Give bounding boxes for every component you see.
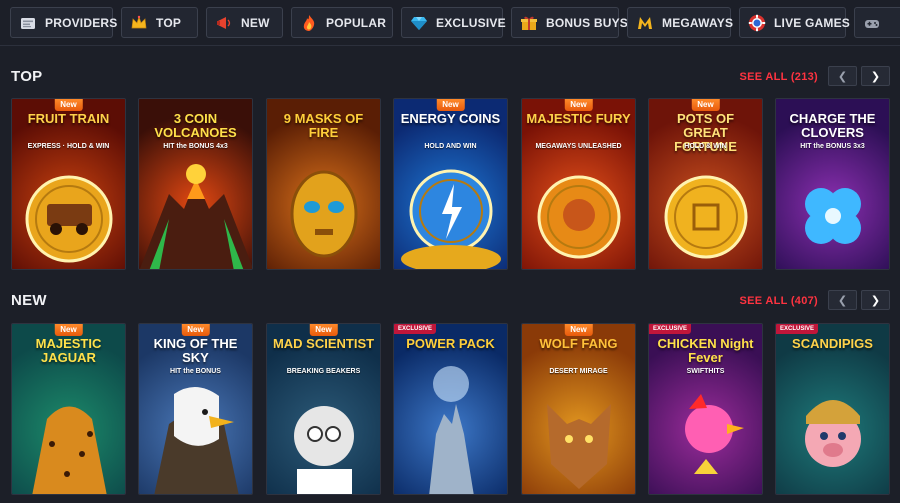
game-card[interactable]: 3 COIN VOLCANOES HIT the BONUS 4x3 bbox=[138, 98, 253, 270]
nav-providers-button[interactable]: PROVIDERS bbox=[10, 7, 117, 38]
nav-label: BONUS BUYS bbox=[546, 15, 629, 30]
next-page-button[interactable]: ❯ bbox=[861, 290, 890, 310]
game-subtitle: HIT the BONUS 3x3 bbox=[800, 143, 865, 150]
prev-page-button[interactable]: ❮ bbox=[828, 66, 857, 86]
game-title: FRUIT TRAIN bbox=[27, 111, 110, 126]
gamepad-icon bbox=[863, 14, 881, 32]
game-card[interactable]: MAJESTIC FURY MEGAWAYS UNLEASHED New bbox=[521, 98, 636, 270]
new-badge: New bbox=[54, 324, 83, 336]
new-badge: New bbox=[564, 324, 593, 336]
game-card[interactable]: 9 MASKS OF FIRE bbox=[266, 98, 381, 270]
new-badge: New bbox=[309, 324, 338, 336]
gift-icon bbox=[520, 14, 538, 32]
game-subtitle: HIT the BONUS 4x3 bbox=[163, 143, 228, 150]
diamond-icon bbox=[410, 14, 428, 32]
game-carousel: FRUIT TRAIN EXPRESS · HOLD & WIN New 3 COIN… bbox=[11, 98, 896, 278]
game-title: KING OF THE SKY bbox=[153, 336, 238, 365]
nav-megaways-button[interactable]: MEGAWAYS bbox=[627, 7, 734, 38]
new-badge: New bbox=[436, 99, 465, 111]
section-header: NEW SEE ALL (407) ❮ ❯ bbox=[0, 290, 900, 316]
fire-icon bbox=[300, 14, 318, 32]
game-title: ENERGY COINS bbox=[400, 111, 501, 126]
nav-popular-button[interactable]: POPULAR bbox=[291, 7, 393, 38]
game-card[interactable]: KING OF THE SKY HIT the BONUS New bbox=[138, 323, 253, 495]
new-badge: New bbox=[691, 99, 720, 111]
section-title: NEW bbox=[11, 292, 47, 309]
game-subtitle: MEGAWAYS UNLEASHED bbox=[535, 143, 622, 150]
nav-label: TOP bbox=[156, 15, 182, 30]
exclusive-badge: EXCLUSIVE bbox=[776, 324, 819, 334]
prev-page-button[interactable]: ❮ bbox=[828, 290, 857, 310]
nav-label: MEGAWAYS bbox=[662, 15, 734, 30]
game-subtitle: HOLD AND WIN bbox=[424, 143, 477, 150]
game-subtitle: BREAKING BEAKERS bbox=[286, 368, 361, 375]
game-card[interactable]: POTS OF GREAT FORTUNE HOLD & WIN New bbox=[648, 98, 763, 270]
nav-exclusive-button[interactable]: EXCLUSIVE bbox=[401, 7, 506, 38]
game-card[interactable]: MAD SCIENTIST BREAKING BEAKERS New bbox=[266, 323, 381, 495]
game-title: CHARGE THE CLOVERS bbox=[789, 111, 876, 140]
game-card[interactable]: ENERGY COINS HOLD AND WIN New bbox=[393, 98, 508, 270]
game-title: CHICKEN Night Fever bbox=[657, 336, 754, 365]
game-title: 9 MASKS OF FIRE bbox=[283, 111, 364, 140]
next-page-button[interactable]: ❯ bbox=[861, 66, 890, 86]
section-new: NEW SEE ALL (407) ❮ ❯ MAJESTIC JAGUAR New KING… bbox=[0, 290, 900, 500]
game-card[interactable]: POWER PACK EXCLUSIVE bbox=[393, 323, 508, 495]
game-carousel: MAJESTIC JAGUAR New KING OF THE SKY HIT the… bbox=[11, 323, 896, 503]
see-all-link[interactable]: SEE ALL (407) bbox=[740, 295, 818, 307]
nav-new-button[interactable]: NEW bbox=[206, 7, 283, 38]
section-top: TOP SEE ALL (213) ❮ ❯ FRUIT TRAIN EXPRESS · H… bbox=[0, 66, 900, 276]
new-badge: New bbox=[181, 324, 210, 336]
game-subtitle: DESERT MIRAGE bbox=[549, 368, 608, 375]
megaways-icon bbox=[636, 14, 654, 32]
game-subtitle: HOLD & WIN bbox=[684, 143, 727, 150]
see-all-link[interactable]: SEE ALL (213) bbox=[740, 71, 818, 83]
game-title: MAJESTIC JAGUAR bbox=[35, 336, 102, 365]
providers-icon bbox=[19, 14, 37, 32]
nav-label: LIVE GAMES bbox=[774, 15, 851, 30]
new-badge: New bbox=[54, 99, 83, 111]
chip-icon bbox=[748, 14, 766, 32]
nav-label: EXCLUSIVE bbox=[436, 15, 506, 30]
nav-label: NEW bbox=[241, 15, 270, 30]
nav-bonus-buys-button[interactable]: BONUS BUYS bbox=[511, 7, 628, 38]
exclusive-badge: EXCLUSIVE bbox=[649, 324, 692, 334]
nav-more-button[interactable] bbox=[854, 7, 900, 38]
game-card[interactable]: FRUIT TRAIN EXPRESS · HOLD & WIN New bbox=[11, 98, 126, 270]
game-card[interactable]: CHARGE THE CLOVERS HIT the BONUS 3x3 bbox=[775, 98, 890, 270]
game-title: POWER PACK bbox=[406, 336, 495, 351]
nav-label: POPULAR bbox=[326, 15, 387, 30]
game-title: WOLF FANG bbox=[539, 336, 618, 351]
game-title: 3 COIN VOLCANOES bbox=[154, 111, 237, 140]
game-title: SCANDIPIGS bbox=[792, 336, 873, 351]
game-card[interactable]: WOLF FANG DESERT MIRAGE New bbox=[521, 323, 636, 495]
section-title: TOP bbox=[11, 68, 43, 85]
exclusive-badge: EXCLUSIVE bbox=[394, 324, 437, 334]
game-title: MAJESTIC FURY bbox=[526, 111, 631, 126]
nav-label: PROVIDERS bbox=[45, 15, 118, 30]
section-header: TOP SEE ALL (213) ❮ ❯ bbox=[0, 66, 900, 92]
crown-icon bbox=[130, 14, 148, 32]
game-title: MAD SCIENTIST bbox=[272, 336, 375, 351]
category-nav: PROVIDERS TOP NEW POPULAR EXCLUSIVE BONUS BUY… bbox=[0, 0, 900, 46]
nav-top-button[interactable]: TOP bbox=[121, 7, 198, 38]
game-card[interactable]: CHICKEN Night Fever SWIFTHITS EXCLUSIVE bbox=[648, 323, 763, 495]
game-card[interactable]: SCANDIPIGS EXCLUSIVE bbox=[775, 323, 890, 495]
game-subtitle: HIT the BONUS bbox=[170, 368, 221, 375]
game-subtitle: EXPRESS · HOLD & WIN bbox=[27, 143, 110, 150]
game-card[interactable]: MAJESTIC JAGUAR New bbox=[11, 323, 126, 495]
new-badge: New bbox=[564, 99, 593, 111]
game-subtitle: SWIFTHITS bbox=[686, 368, 725, 375]
megaphone-icon bbox=[215, 14, 233, 32]
nav-live-games-button[interactable]: LIVE GAMES bbox=[739, 7, 850, 38]
